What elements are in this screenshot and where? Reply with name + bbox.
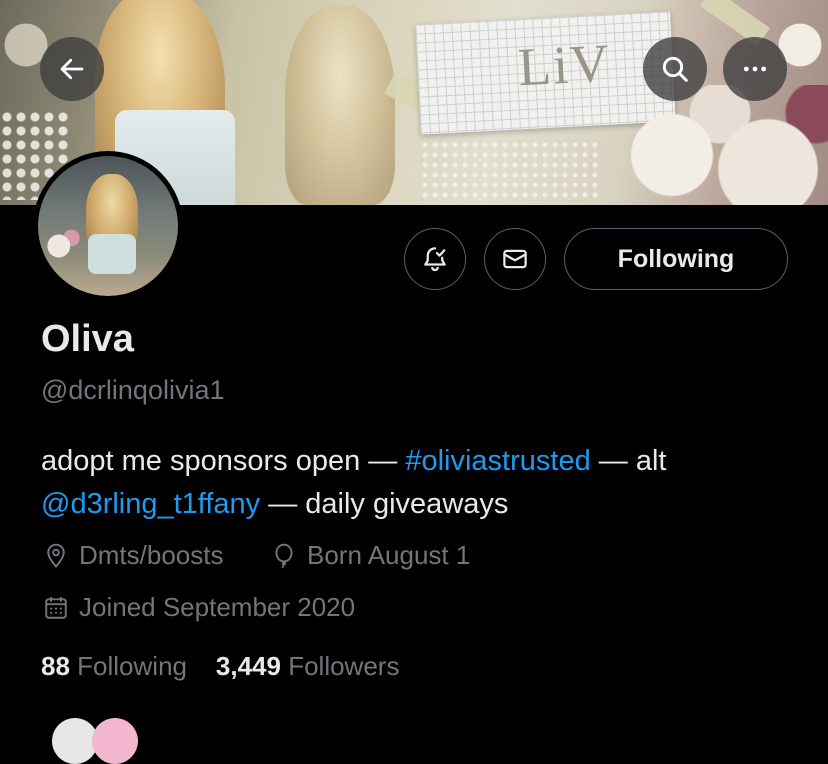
- followers-count: 3,449: [215, 651, 281, 681]
- avatar-figure-top: [88, 234, 136, 274]
- bio-text: — daily giveaways: [260, 488, 509, 520]
- birthday-text: Born August 1: [307, 540, 471, 570]
- balloon-icon: [275, 543, 293, 568]
- following-link[interactable]: 88 Following: [41, 651, 187, 681]
- avatar-flowers: [42, 226, 84, 266]
- more-button[interactable]: [723, 37, 787, 101]
- followed-by-avatars[interactable]: [52, 718, 142, 764]
- search-icon: [662, 56, 688, 82]
- banner-figure-faded: [285, 5, 395, 205]
- banner-text: LiV: [516, 32, 613, 98]
- avatar[interactable]: [33, 151, 183, 301]
- mention-link[interactable]: @d3rling_t1ffany: [41, 488, 260, 520]
- arrow-left-icon: [60, 58, 84, 80]
- more-horizontal-icon: [743, 66, 767, 72]
- message-button[interactable]: [484, 228, 546, 290]
- avatar: [92, 718, 138, 764]
- joined-text: Joined September 2020: [79, 592, 356, 622]
- joined-row: Joined September 2020: [43, 592, 355, 623]
- calendar-icon: [45, 596, 67, 619]
- bio-text: adopt me sponsors open —: [41, 445, 406, 477]
- birthday-row: Born August 1: [271, 540, 470, 571]
- location-row: Dmts/boosts: [43, 540, 224, 571]
- follow-counts: 88 Following 3,449 Followers: [41, 651, 399, 682]
- following-count: 88: [41, 651, 70, 681]
- avatar-image: [38, 156, 178, 296]
- bell-check-icon: [424, 247, 446, 272]
- location-text: Dmts/boosts: [79, 540, 224, 570]
- banner-roses: [600, 85, 828, 205]
- followers-label: Followers: [288, 651, 400, 681]
- profile-handle: @dcrlinqolivia1: [41, 375, 225, 405]
- hashtag-link[interactable]: #oliviastrusted: [405, 445, 590, 477]
- profile-name: Oliva: [41, 318, 134, 360]
- followers-link[interactable]: 3,449 Followers: [216, 651, 400, 681]
- bio-text: — alt: [590, 445, 667, 477]
- banner-dots: [420, 140, 600, 200]
- following-button[interactable]: Following: [564, 228, 788, 290]
- envelope-icon: [503, 249, 527, 269]
- location-pin-icon: [47, 543, 65, 568]
- notifications-button[interactable]: [404, 228, 466, 290]
- profile-bio: adopt me sponsors open — #oliviastrusted…: [41, 440, 801, 526]
- following-label: Following: [77, 651, 187, 681]
- search-button[interactable]: [643, 37, 707, 101]
- back-button[interactable]: [40, 37, 104, 101]
